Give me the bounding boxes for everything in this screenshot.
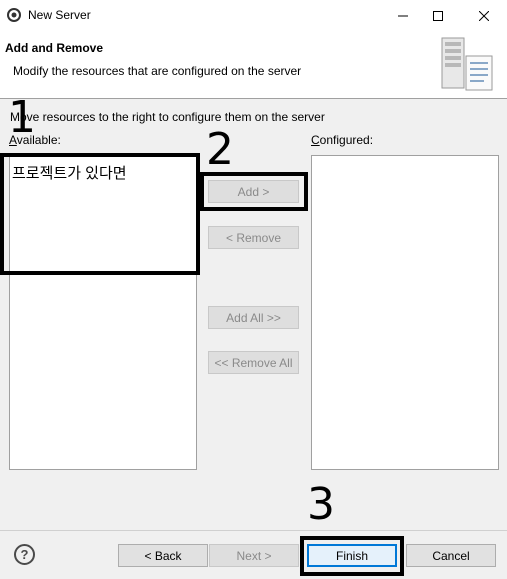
eclipse-app-icon (7, 8, 21, 22)
configured-label: Configured: (311, 133, 373, 147)
next-button[interactable]: Next > (209, 544, 299, 567)
help-icon[interactable]: ? (14, 544, 35, 565)
wizard-header: Add and Remove Modify the resources that… (0, 31, 507, 99)
configured-label-rest: onfigured: (319, 133, 374, 147)
annotation-box-1 (0, 153, 200, 275)
annotation-number-1: 1 (8, 92, 36, 143)
add-all-button[interactable]: Add All >> (208, 306, 299, 329)
cancel-button[interactable]: Cancel (406, 544, 496, 567)
title-bar: New Server (0, 0, 507, 31)
annotation-box-3 (300, 536, 404, 576)
remove-button[interactable]: < Remove (208, 226, 299, 249)
configured-label-mnemonic: C (311, 133, 320, 147)
window-title: New Server (28, 8, 91, 22)
remove-all-button[interactable]: << Remove All (208, 351, 299, 374)
close-button[interactable] (461, 0, 507, 31)
page-title: Add and Remove (5, 41, 104, 55)
back-button[interactable]: < Back (118, 544, 208, 567)
maximize-button[interactable] (415, 0, 461, 31)
configured-list[interactable] (311, 155, 499, 470)
page-description: Modify the resources that are configured… (13, 64, 302, 78)
annotation-number-2: 2 (206, 124, 234, 175)
footer-separator (0, 530, 507, 531)
annotation-number-3: 3 (307, 479, 335, 530)
instruction-text: Move resources to the right to configure… (10, 110, 325, 124)
server-banner-icon (436, 36, 496, 94)
annotation-box-2 (200, 172, 308, 211)
